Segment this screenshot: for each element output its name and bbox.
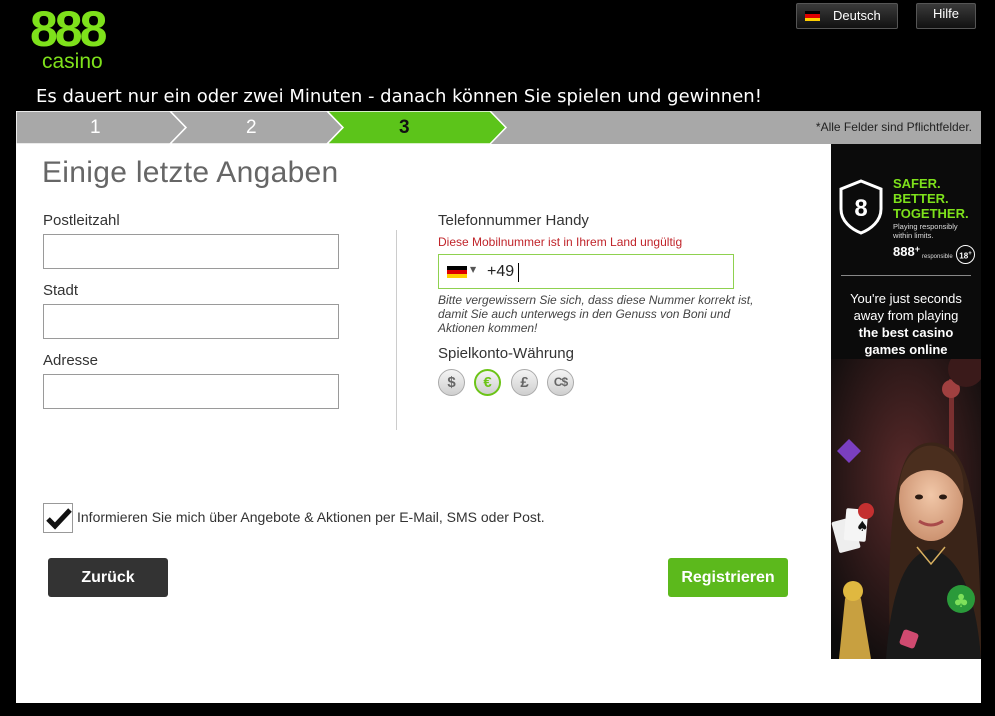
progress-steps: 1 2 3 *Alle Felder sind Pflichtfelder. [16,111,981,144]
column-divider [396,230,397,430]
ad-subtext-2: within limits. [893,231,934,240]
phone-label: Telefonnummer Handy [438,212,589,229]
currency-eur-button[interactable]: € [474,369,501,396]
ad-headline-2: BETTER. [893,191,949,206]
ad-brand-plus: + [914,244,920,254]
back-button[interactable]: Zurück [48,558,168,597]
ad-copy-4: games online [864,342,948,357]
tagline: Es dauert nur ein oder zwei Minuten - da… [36,86,762,107]
ad-separator [841,275,971,276]
ad-brand-sub: responsible [922,254,953,260]
ad-headline-3: TOGETHER. [893,206,969,221]
promo-banner[interactable]: 8 SAFER. BETTER. TOGETHER. Playing respo… [831,144,981,659]
language-label: Deutsch [833,8,881,23]
ad-brand: 888+ [893,244,920,259]
ad-copy-3: the best casino [858,325,954,340]
age-badge-number: 18 [959,251,969,261]
phone-error-message: Diese Mobilnummer ist in Ihrem Land ungü… [438,235,683,249]
address-label: Adresse [43,352,99,369]
city-label: Stadt [43,282,79,299]
postal-code-input[interactable] [43,234,339,269]
phone-prefix: +49 [487,263,515,280]
brand-logo[interactable]: 888 casino [30,4,120,74]
help-button[interactable]: Hilfe [916,3,976,29]
postal-code-label: Postleitzahl [43,212,120,229]
currency-cad-button[interactable]: C$ [547,369,574,396]
step-3: 3 [399,117,410,138]
currency-label: Spielkonto-Währung [438,345,574,362]
language-button[interactable]: Deutsch [796,3,898,29]
ad-headline-1: SAFER. [893,176,941,191]
ad-copy: You're just seconds away from playing th… [835,290,977,358]
logo-casino-text: casino [42,50,103,73]
registration-panel: Einige letzte Angaben Postleitzahl Stadt… [16,144,981,703]
svg-text:♠: ♠ [856,519,869,535]
city-input[interactable] [43,304,339,339]
currency-usd-button[interactable]: $ [438,369,465,396]
required-fields-note: *Alle Felder sind Pflichtfelder. [815,120,972,134]
logo-888-text: 888 [30,1,107,57]
text-cursor [518,263,519,282]
age-18-badge: 18+ [956,245,975,264]
svg-text:♣: ♣ [953,591,969,612]
ad-copy-2: away from playing [853,308,959,323]
page-title: Einige letzte Angaben [42,156,339,189]
age-badge-plus: + [968,251,972,257]
germany-flag-icon [805,11,820,21]
ad-subtext-1: Playing responsibly [893,222,958,231]
svg-text:8: 8 [854,195,867,222]
ad-brand-number: 888 [893,244,915,259]
currency-gbp-button[interactable]: £ [511,369,538,396]
step-1: 1 [90,117,101,138]
germany-flag-icon[interactable] [447,266,467,278]
step-2: 2 [246,117,257,138]
address-input[interactable] [43,374,339,409]
casino-scene-image: ♠ ♣ [831,359,981,659]
register-button[interactable]: Registrieren [668,558,788,597]
country-dropdown-icon[interactable]: ▼ [470,265,476,274]
ad-subtext: Playing responsibly within limits. [893,222,981,240]
phone-hint: Bitte vergewissern Sie sich, dass diese … [438,293,754,335]
phone-input[interactable]: ▼ +49 [438,254,734,289]
checkmark-icon [46,508,72,530]
shield-icon: 8 [839,179,883,235]
newsletter-label[interactable]: Informieren Sie mich über Angebote & Akt… [77,509,545,525]
ad-headline: SAFER. BETTER. TOGETHER. [893,176,978,221]
newsletter-checkbox[interactable] [43,503,73,533]
ad-copy-1: You're just seconds [850,291,962,306]
